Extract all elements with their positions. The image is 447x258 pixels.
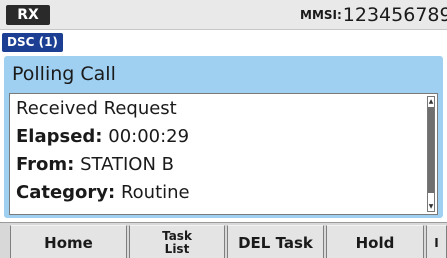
task-list-softkey[interactable]: Task List	[129, 225, 225, 258]
home-softkey[interactable]: Home	[10, 225, 127, 258]
detail-row-from: From: STATION B	[16, 154, 174, 176]
detail-row-category: Category: Routine	[16, 182, 190, 204]
mmsi-display: MMSI:123456789	[300, 3, 447, 27]
scroll-up-arrow-icon[interactable]: ▲	[428, 97, 434, 106]
panel-title: Polling Call	[12, 63, 116, 85]
del-task-softkey[interactable]: DEL Task	[227, 225, 324, 258]
detail-row-elapsed: Elapsed: 00:00:29	[16, 126, 189, 148]
rx-badge: RX	[6, 5, 50, 25]
detail-label: Elapsed:	[16, 126, 103, 147]
detail-label: From:	[16, 154, 75, 175]
mmsi-label: MMSI:	[300, 8, 342, 22]
dsc-indicator: DSC (1)	[2, 33, 63, 52]
scroll-thumb[interactable]	[428, 107, 434, 193]
scroll-down-arrow-icon[interactable]: ▼	[428, 202, 434, 211]
status-bar: RX MMSI:123456789	[0, 0, 447, 30]
scrollbar[interactable]: ▲ ▼	[427, 96, 435, 212]
detail-label: Category:	[16, 182, 116, 203]
detail-value: 00:00:29	[102, 126, 190, 147]
detail-value: Routine	[115, 182, 190, 203]
polling-call-panel: Polling Call Received Request Elapsed: 0…	[4, 56, 443, 218]
detail-row-status: Received Request	[16, 98, 177, 120]
call-details: Received Request Elapsed: 00:00:29 From:…	[9, 93, 438, 215]
next-softkey[interactable]: I	[426, 225, 447, 258]
softkey-bar: Home Task List DEL Task Hold I	[0, 222, 447, 258]
detail-value: STATION B	[74, 154, 175, 175]
mmsi-value: 123456789	[342, 4, 447, 26]
task-list-line2: List	[164, 242, 190, 256]
hold-softkey[interactable]: Hold	[326, 225, 424, 258]
detail-value: Received Request	[16, 98, 177, 119]
